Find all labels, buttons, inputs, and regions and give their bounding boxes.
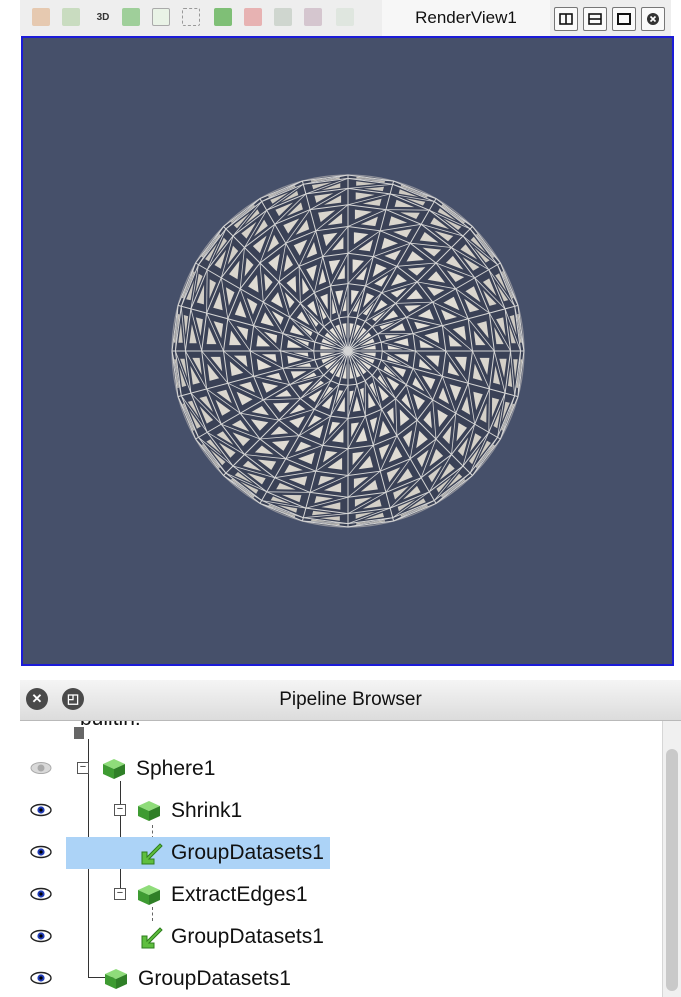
select-points-icon[interactable] (182, 8, 200, 26)
close-panel-icon[interactable]: ✕ (26, 688, 48, 710)
eye-visible-icon[interactable] (30, 887, 52, 901)
camera-undo-icon[interactable] (122, 8, 140, 26)
tree-row-groupdatasets1-shrink[interactable]: GroupDatasets1 (20, 833, 662, 873)
tree-item-label[interactable]: GroupDatasets1 (167, 921, 330, 953)
eye-visible-icon[interactable] (30, 845, 52, 859)
tree-item-label[interactable]: Shrink1 (167, 795, 248, 827)
reset-camera-icon[interactable] (32, 8, 50, 26)
3d-toggle-icon[interactable]: 3D (92, 8, 114, 26)
pipeline-tree: builtin: − Sphere1 − Shrink1 GroupDatase… (20, 721, 662, 997)
tree-row-groupdatasets1-edges[interactable]: GroupDatasets1 (20, 917, 662, 957)
select-frustum-icon[interactable] (214, 8, 232, 26)
eye-hidden-icon[interactable] (30, 761, 52, 775)
pipeline-browser-title: Pipeline Browser (279, 689, 422, 710)
render-viewport[interactable] (21, 36, 674, 666)
pipeline-browser-header: Pipeline Browser ✕ ◰ (20, 680, 681, 721)
tree-item-label[interactable]: GroupDatasets1 (134, 963, 297, 995)
eye-visible-icon[interactable] (30, 929, 52, 943)
filter-cube-icon (138, 885, 160, 905)
select-blocks-icon[interactable] (244, 8, 262, 26)
maximize-icon[interactable] (612, 7, 636, 31)
tree-item-label[interactable]: ExtractEdges1 (167, 879, 314, 911)
zoom-to-data-icon[interactable] (62, 8, 80, 26)
tree-item-label[interactable]: Sphere1 (132, 753, 221, 785)
tree-row-groupdatasets1-root[interactable]: GroupDatasets1 (20, 959, 662, 997)
group-arrow-icon (141, 927, 163, 949)
scrollbar-thumb[interactable] (666, 749, 678, 991)
tree-row-extractedges1[interactable]: − ExtractEdges1 (20, 875, 662, 915)
tree-row-sphere1[interactable]: − Sphere1 (20, 749, 662, 789)
collapse-toggle-icon[interactable]: − (77, 762, 89, 774)
eye-visible-icon[interactable] (30, 803, 52, 817)
tree-row-shrink1[interactable]: − Shrink1 (20, 791, 662, 831)
filter-cube-icon (138, 801, 160, 821)
pipeline-scrollbar[interactable] (662, 721, 681, 997)
interactive-select-icon[interactable] (274, 8, 292, 26)
eye-visible-icon[interactable] (30, 971, 52, 985)
split-vertical-icon[interactable] (583, 7, 607, 31)
tree-root-builtin[interactable]: builtin: (80, 721, 141, 731)
select-cells-icon[interactable] (152, 8, 170, 26)
source-cube-icon (103, 759, 125, 779)
close-icon[interactable] (641, 7, 665, 31)
filter-cube-icon (105, 969, 127, 989)
split-horizontal-icon[interactable] (554, 7, 578, 31)
render-view-title: RenderView1 (382, 0, 550, 36)
sphere-wireframe-render (171, 174, 525, 528)
collapse-toggle-icon[interactable]: − (114, 888, 126, 900)
group-arrow-icon (141, 843, 163, 865)
collapse-toggle-icon[interactable]: − (114, 804, 126, 816)
interactive-points-icon[interactable] (304, 8, 322, 26)
tree-item-label[interactable]: GroupDatasets1 (66, 837, 330, 869)
render-view-toolbar: 3D RenderView1 (20, 0, 671, 36)
grow-selection-icon[interactable] (336, 8, 354, 26)
float-panel-icon[interactable]: ◰ (62, 688, 84, 710)
